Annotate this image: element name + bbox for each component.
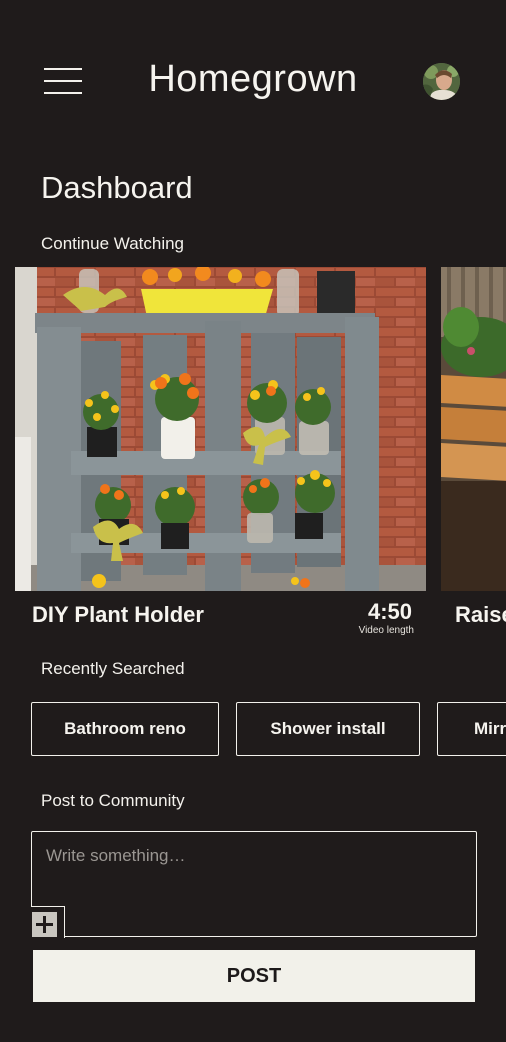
recently-searched-heading: Recently Searched [41,659,185,678]
continue-watching-heading: Continue Watching [41,234,185,253]
recent-search-chips: Bathroom reno Shower install Mirror [0,702,506,757]
plus-icon[interactable] [32,912,57,937]
page-title: Dashboard [41,170,193,205]
video-thumbnail[interactable] [441,267,506,591]
video-length: 4:50 [367,599,412,624]
top-bar: Homegrown [0,0,506,165]
post-text-input[interactable] [46,846,446,866]
video-card[interactable]: DIY Plant Holder 4:50 Video length [15,267,426,637]
recent-search-chip[interactable]: Shower install [236,702,420,756]
user-avatar[interactable] [423,63,460,100]
video-title: DIY Plant Holder [32,602,204,627]
recent-search-chip[interactable]: Mirror [437,702,506,756]
video-title: Raised Garden Bed [455,602,506,627]
video-thumbnail[interactable] [15,267,426,591]
recent-search-chip[interactable]: Bathroom reno [31,702,219,756]
post-compose-box [30,831,477,938]
post-to-community-heading: Post to Community [41,791,185,810]
video-length-label: Video length [358,625,414,636]
post-button[interactable]: POST [33,950,475,1002]
continue-watching-carousel[interactable]: DIY Plant Holder 4:50 Video length Raise… [0,267,506,647]
video-card[interactable]: Raised Garden Bed [441,267,506,637]
